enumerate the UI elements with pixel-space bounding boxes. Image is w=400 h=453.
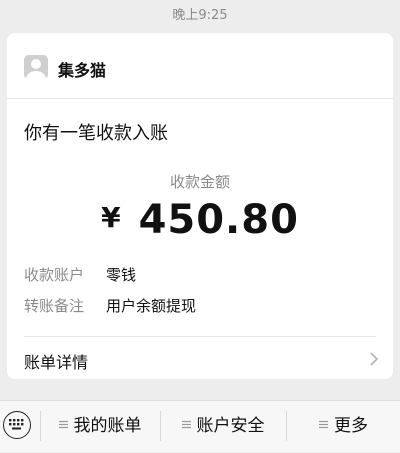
menu-more[interactable]: 更多: [287, 401, 400, 453]
bottom-menu-bar: 我的账单 账户安全 更多: [0, 400, 400, 452]
amount-label: 收款金额: [169, 173, 230, 191]
menu-my-bills[interactable]: 我的账单: [41, 401, 159, 453]
chevron-right-icon: [370, 352, 379, 366]
detail-row-remark: 转账备注 用户余额提现: [24, 295, 196, 317]
amount-value: 450.80: [138, 197, 299, 243]
currency-symbol: ¥: [101, 201, 121, 234]
sender-name: 集多猫: [58, 61, 107, 80]
menu-item-label: 我的账单: [73, 416, 142, 436]
message-timestamp: 晚上9:25: [172, 8, 228, 23]
detail-key: 收款账户: [24, 266, 85, 284]
detail-row-account: 收款账户 零钱: [24, 264, 136, 286]
card-header[interactable]: 集多猫: [7, 33, 393, 99]
avatar: [24, 55, 48, 79]
bill-details-label: 账单详情: [24, 353, 89, 372]
keyboard-toggle-button[interactable]: [3, 411, 31, 439]
amount-row: ¥450.80: [7, 197, 393, 243]
detail-key: 转账备注: [24, 297, 85, 315]
notice-title: 你有一笔收款入账: [24, 123, 168, 144]
bill-details-link[interactable]: 账单详情: [7, 337, 393, 379]
menu-list-icon: [319, 420, 328, 429]
payment-notice-card: 集多猫 你有一笔收款入账 收款金额 ¥450.80 收款账户 零钱 转账备注 用户余…: [7, 33, 393, 379]
menu-account-security[interactable]: 账户安全: [161, 401, 285, 453]
user-silhouette-icon: [24, 55, 48, 79]
menu-list-icon: [58, 420, 68, 429]
menu-item-label: 账户安全: [196, 416, 265, 436]
menu-item-label: 更多: [334, 416, 368, 436]
detail-value: 零钱: [106, 266, 137, 284]
menu-list-icon: [181, 420, 191, 429]
detail-value: 用户余额提现: [106, 297, 197, 315]
keyboard-icon: [9, 419, 24, 430]
